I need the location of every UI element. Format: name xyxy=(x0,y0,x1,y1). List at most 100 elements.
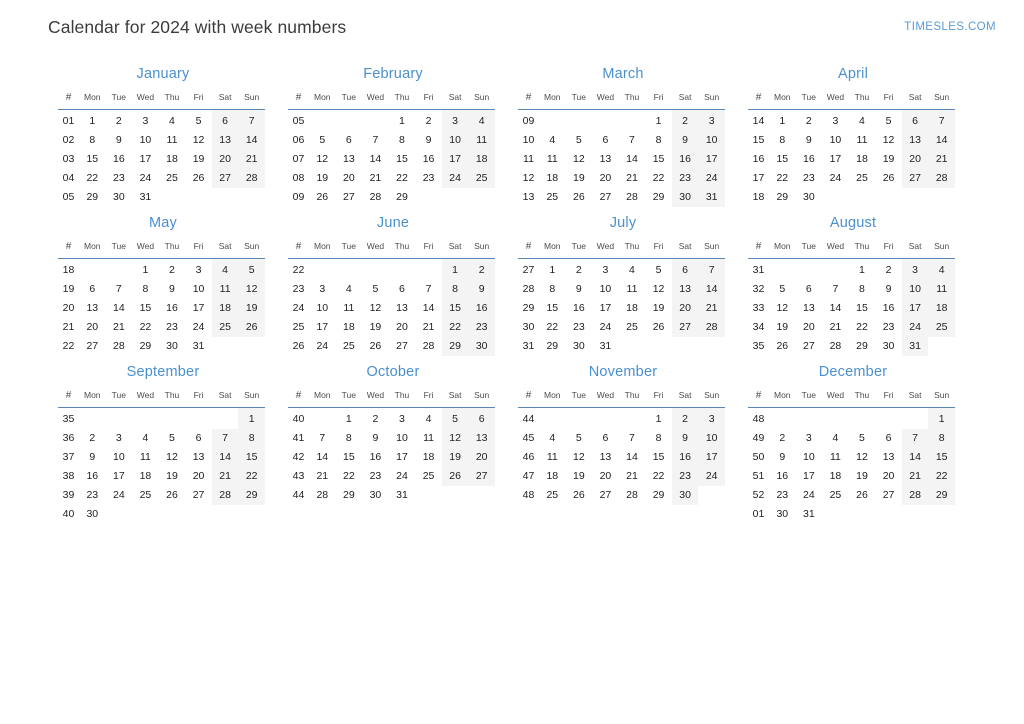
day-cell[interactable]: 7 xyxy=(619,131,646,150)
day-cell[interactable]: 11 xyxy=(336,299,363,318)
day-cell[interactable]: 3 xyxy=(185,259,212,281)
day-cell[interactable]: 20 xyxy=(79,318,106,337)
day-cell[interactable]: 14 xyxy=(928,131,955,150)
day-cell[interactable]: 8 xyxy=(441,280,469,299)
day-cell[interactable]: 18 xyxy=(849,150,876,169)
day-cell[interactable]: 20 xyxy=(389,318,416,337)
week-number-cell[interactable]: 49 xyxy=(748,429,769,448)
day-cell[interactable]: 16 xyxy=(769,467,796,486)
day-cell[interactable]: 21 xyxy=(698,299,725,318)
day-cell[interactable]: 17 xyxy=(698,150,725,169)
day-cell[interactable]: 22 xyxy=(645,169,672,188)
week-number-cell[interactable]: 11 xyxy=(518,150,539,169)
day-cell[interactable]: 21 xyxy=(822,318,849,337)
day-cell[interactable]: 28 xyxy=(822,337,849,356)
day-cell[interactable]: 7 xyxy=(415,280,442,299)
week-number-cell[interactable]: 09 xyxy=(288,188,309,207)
day-cell[interactable]: 9 xyxy=(796,131,823,150)
day-cell[interactable]: 24 xyxy=(185,318,212,337)
day-cell[interactable]: 27 xyxy=(592,486,619,505)
week-number-cell[interactable]: 51 xyxy=(748,467,769,486)
day-cell[interactable]: 17 xyxy=(592,299,619,318)
day-cell[interactable]: 10 xyxy=(698,429,725,448)
week-number-cell[interactable]: 20 xyxy=(58,299,79,318)
day-cell[interactable]: 18 xyxy=(822,467,849,486)
day-cell[interactable]: 3 xyxy=(132,110,159,132)
day-cell[interactable]: 10 xyxy=(796,448,823,467)
day-cell[interactable]: 8 xyxy=(928,429,955,448)
day-cell[interactable]: 18 xyxy=(468,150,495,169)
day-cell[interactable]: 14 xyxy=(822,299,849,318)
week-number-cell[interactable]: 16 xyxy=(748,150,769,169)
week-number-cell[interactable]: 36 xyxy=(58,429,79,448)
day-cell[interactable]: 25 xyxy=(539,188,566,207)
day-cell[interactable]: 23 xyxy=(875,318,902,337)
day-cell[interactable]: 24 xyxy=(796,486,823,505)
day-cell[interactable]: 13 xyxy=(211,131,239,150)
day-cell[interactable]: 22 xyxy=(645,467,672,486)
day-cell[interactable]: 30 xyxy=(796,188,823,207)
day-cell[interactable]: 2 xyxy=(362,408,389,430)
day-cell[interactable]: 9 xyxy=(362,429,389,448)
day-cell[interactable]: 1 xyxy=(645,408,672,430)
day-cell[interactable]: 1 xyxy=(769,110,796,132)
day-cell[interactable]: 5 xyxy=(309,131,336,150)
day-cell[interactable]: 16 xyxy=(671,448,699,467)
week-number-cell[interactable]: 32 xyxy=(748,280,769,299)
day-cell[interactable]: 23 xyxy=(79,486,106,505)
week-number-cell[interactable]: 22 xyxy=(288,259,309,281)
day-cell[interactable]: 11 xyxy=(415,429,442,448)
day-cell[interactable]: 12 xyxy=(309,150,336,169)
day-cell[interactable]: 9 xyxy=(106,131,133,150)
day-cell[interactable]: 4 xyxy=(539,429,566,448)
day-cell[interactable]: 5 xyxy=(769,280,796,299)
week-number-cell[interactable]: 17 xyxy=(748,169,769,188)
day-cell[interactable]: 29 xyxy=(928,486,955,505)
day-cell[interactable]: 12 xyxy=(645,280,672,299)
day-cell[interactable]: 8 xyxy=(389,131,416,150)
week-number-cell[interactable]: 01 xyxy=(748,505,769,524)
day-cell[interactable]: 16 xyxy=(415,150,442,169)
day-cell[interactable]: 11 xyxy=(928,280,955,299)
day-cell[interactable]: 18 xyxy=(539,169,566,188)
day-cell[interactable]: 11 xyxy=(849,131,876,150)
day-cell[interactable]: 4 xyxy=(468,109,495,131)
day-cell[interactable]: 7 xyxy=(619,429,646,448)
day-cell[interactable]: 8 xyxy=(849,280,876,299)
day-cell[interactable]: 15 xyxy=(132,299,159,318)
day-cell[interactable]: 21 xyxy=(901,467,929,486)
day-cell[interactable]: 23 xyxy=(159,318,186,337)
week-number-cell[interactable]: 30 xyxy=(518,318,539,337)
day-cell[interactable]: 4 xyxy=(619,259,646,281)
week-number-cell[interactable]: 14 xyxy=(748,110,769,132)
day-cell[interactable]: 8 xyxy=(769,131,796,150)
week-number-cell[interactable]: 12 xyxy=(518,169,539,188)
day-cell[interactable]: 13 xyxy=(79,299,106,318)
day-cell[interactable]: 3 xyxy=(441,109,469,131)
day-cell[interactable]: 10 xyxy=(592,280,619,299)
day-cell[interactable]: 14 xyxy=(106,299,133,318)
day-cell[interactable]: 4 xyxy=(849,110,876,132)
day-cell[interactable]: 28 xyxy=(619,486,646,505)
day-cell[interactable]: 22 xyxy=(769,169,796,188)
day-cell[interactable]: 17 xyxy=(309,318,336,337)
day-cell[interactable]: 3 xyxy=(592,259,619,281)
day-cell[interactable]: 25 xyxy=(415,467,442,486)
week-number-cell[interactable]: 28 xyxy=(518,280,539,299)
day-cell[interactable]: 15 xyxy=(645,448,672,467)
day-cell[interactable]: 15 xyxy=(849,299,876,318)
day-cell[interactable]: 2 xyxy=(415,110,442,132)
week-number-cell[interactable]: 48 xyxy=(748,408,769,430)
week-number-cell[interactable]: 42 xyxy=(288,448,309,467)
week-number-cell[interactable]: 07 xyxy=(288,150,309,169)
day-cell[interactable]: 17 xyxy=(822,150,849,169)
day-cell[interactable]: 2 xyxy=(769,429,796,448)
day-cell[interactable]: 3 xyxy=(389,408,416,430)
day-cell[interactable]: 22 xyxy=(336,467,363,486)
day-cell[interactable]: 1 xyxy=(441,258,469,280)
day-cell[interactable]: 20 xyxy=(875,467,902,486)
day-cell[interactable]: 30 xyxy=(79,505,106,524)
day-cell[interactable]: 9 xyxy=(468,280,495,299)
week-number-cell[interactable]: 31 xyxy=(748,259,769,281)
day-cell[interactable]: 17 xyxy=(901,299,929,318)
